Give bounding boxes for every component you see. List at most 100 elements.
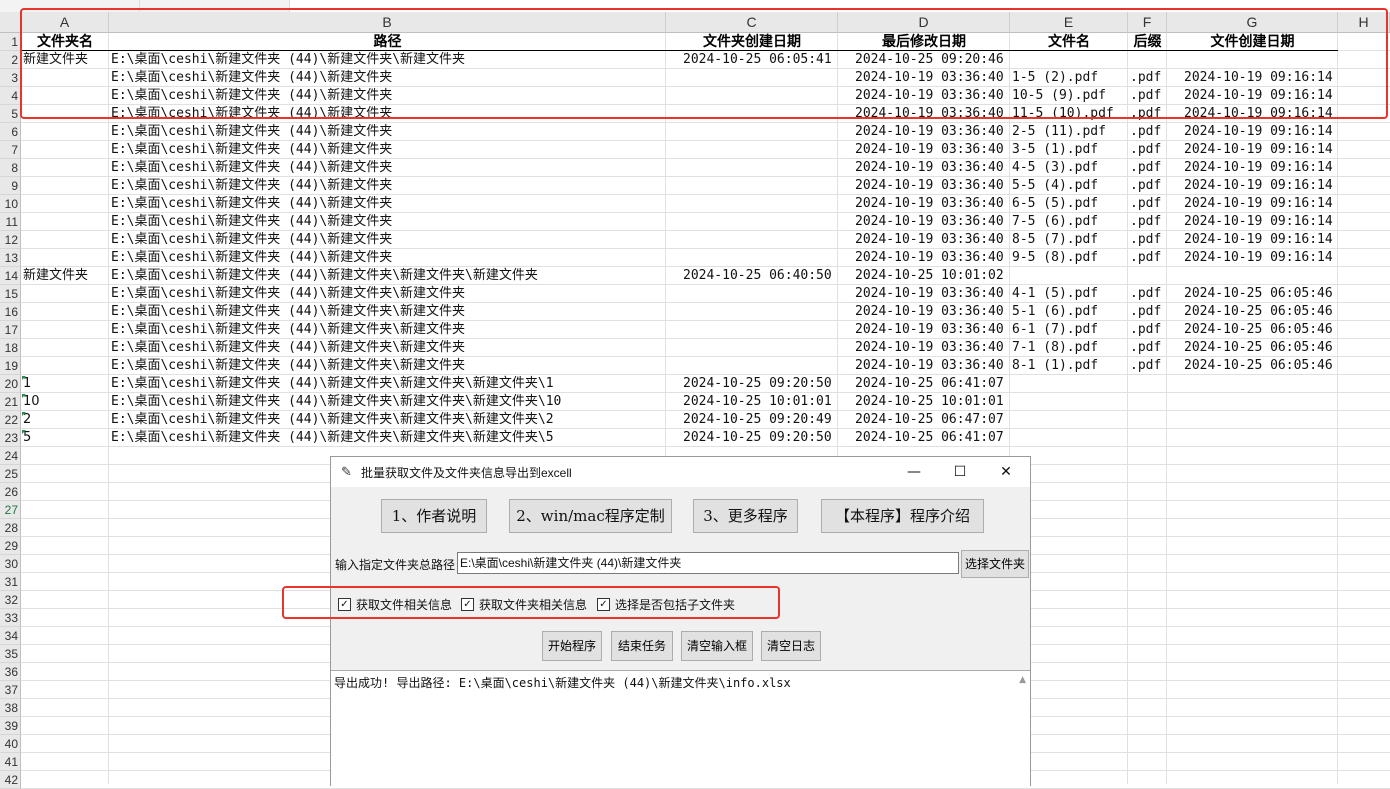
cell-g[interactable]: 2024-10-19 09:16:14 <box>1184 123 1333 141</box>
cell-f[interactable]: .pdf <box>1130 285 1161 303</box>
header-cell[interactable]: 路径 <box>109 33 666 51</box>
cell-g[interactable]: 2024-10-19 09:16:14 <box>1184 87 1333 105</box>
cell-g[interactable]: 2024-10-25 06:05:46 <box>1184 339 1333 357</box>
cell-d[interactable]: 2024-10-19 03:36:40 <box>855 321 1004 339</box>
cell-d[interactable]: 2024-10-19 03:36:40 <box>855 231 1004 249</box>
log-area[interactable]: 导出成功! 导出路径: E:\桌面\ceshi\新建文件夹 (44)\新建文件夹… <box>331 670 1030 788</box>
row-header[interactable]: 14 <box>0 267 21 285</box>
cell-d[interactable]: 2024-10-19 03:36:40 <box>855 123 1004 141</box>
cell-e[interactable]: 4-1 (5).pdf <box>1012 285 1098 303</box>
checkbox-file-info[interactable]: ✓ 获取文件相关信息 <box>338 596 452 613</box>
cell-f[interactable]: .pdf <box>1130 69 1161 87</box>
header-cell[interactable]: 文件创建日期 <box>1167 33 1338 51</box>
row-header[interactable]: 7 <box>0 141 21 159</box>
row-header[interactable]: 17 <box>0 321 21 339</box>
cell-b[interactable]: E:\桌面\ceshi\新建文件夹 (44)\新建文件夹\新建文件夹 <box>111 51 465 69</box>
row-header[interactable]: 2 <box>0 51 21 69</box>
row-header[interactable]: 39 <box>0 717 21 735</box>
stop-button[interactable]: 结束任务 <box>611 631 673 661</box>
column-header-H[interactable]: H <box>1338 12 1390 33</box>
cell-b[interactable]: E:\桌面\ceshi\新建文件夹 (44)\新建文件夹 <box>111 123 392 141</box>
cell-b[interactable]: E:\桌面\ceshi\新建文件夹 (44)\新建文件夹\新建文件夹\新建文件夹… <box>111 393 561 411</box>
row-header[interactable]: 1 <box>0 33 21 51</box>
custom-program-button[interactable]: 2、win/mac程序定制 <box>509 499 672 533</box>
cell-b[interactable]: E:\桌面\ceshi\新建文件夹 (44)\新建文件夹\新建文件夹 <box>111 285 465 303</box>
cell-f[interactable]: .pdf <box>1130 213 1161 231</box>
row-header[interactable]: 32 <box>0 591 21 609</box>
cell-g[interactable]: 2024-10-19 09:16:14 <box>1184 105 1333 123</box>
cell-b[interactable]: E:\桌面\ceshi\新建文件夹 (44)\新建文件夹\新建文件夹\新建文件夹… <box>111 375 554 393</box>
cell-d[interactable]: 2024-10-25 10:01:02 <box>855 267 1004 285</box>
close-button[interactable]: ✕ <box>983 457 1029 487</box>
cell-f[interactable]: .pdf <box>1130 87 1161 105</box>
cell-f[interactable]: .pdf <box>1130 141 1161 159</box>
cell-d[interactable]: 2024-10-19 03:36:40 <box>855 285 1004 303</box>
cell-c[interactable]: 2024-10-25 09:20:50 <box>683 429 832 447</box>
cell-a[interactable]: 新建文件夹 <box>23 267 88 285</box>
row-header[interactable]: 23 <box>0 429 21 447</box>
cell-e[interactable]: 8-5 (7).pdf <box>1012 231 1098 249</box>
row-header[interactable]: 16 <box>0 303 21 321</box>
row-header[interactable]: 26 <box>0 483 21 501</box>
cell-e[interactable]: 1-5 (2).pdf <box>1012 69 1098 87</box>
row-header[interactable]: 21 <box>0 393 21 411</box>
row-header[interactable]: 19 <box>0 357 21 375</box>
row-header[interactable]: 42 <box>0 771 21 789</box>
header-cell[interactable]: 文件夹名 <box>21 33 109 51</box>
cell-b[interactable]: E:\桌面\ceshi\新建文件夹 (44)\新建文件夹 <box>111 177 392 195</box>
cell-b[interactable]: E:\桌面\ceshi\新建文件夹 (44)\新建文件夹 <box>111 213 392 231</box>
cell-f[interactable]: .pdf <box>1130 303 1161 321</box>
header-cell[interactable]: 后缀 <box>1128 33 1167 51</box>
cell-c[interactable]: 2024-10-25 06:40:50 <box>683 267 832 285</box>
cell-b[interactable]: E:\桌面\ceshi\新建文件夹 (44)\新建文件夹 <box>111 69 392 87</box>
row-header[interactable]: 4 <box>0 87 21 105</box>
cell-e[interactable]: 7-5 (6).pdf <box>1012 213 1098 231</box>
cell-d[interactable]: 2024-10-19 03:36:40 <box>855 105 1004 123</box>
row-header[interactable]: 41 <box>0 753 21 771</box>
cell-e[interactable]: 3-5 (1).pdf <box>1012 141 1098 159</box>
row-header[interactable]: 9 <box>0 177 21 195</box>
path-input[interactable]: E:\桌面\ceshi\新建文件夹 (44)\新建文件夹 <box>457 552 959 574</box>
row-header[interactable]: 25 <box>0 465 21 483</box>
author-info-button[interactable]: 1、作者说明 <box>381 499 487 533</box>
row-header[interactable]: 33 <box>0 609 21 627</box>
row-header[interactable]: 34 <box>0 627 21 645</box>
cell-g[interactable]: 2024-10-25 06:05:46 <box>1184 285 1333 303</box>
cell-e[interactable]: 2-5 (11).pdf <box>1012 123 1106 141</box>
row-header[interactable]: 15 <box>0 285 21 303</box>
row-header[interactable]: 35 <box>0 645 21 663</box>
cell-b[interactable]: E:\桌面\ceshi\新建文件夹 (44)\新建文件夹 <box>111 195 392 213</box>
cell-f[interactable]: .pdf <box>1130 357 1161 375</box>
row-header[interactable]: 30 <box>0 555 21 573</box>
cell-b[interactable]: E:\桌面\ceshi\新建文件夹 (44)\新建文件夹 <box>111 87 392 105</box>
column-header-D[interactable]: D <box>838 12 1010 33</box>
row-header[interactable]: 18 <box>0 339 21 357</box>
cell-f[interactable]: .pdf <box>1130 105 1161 123</box>
row-header[interactable]: 31 <box>0 573 21 591</box>
row-header[interactable]: 3 <box>0 69 21 87</box>
cell-g[interactable]: 2024-10-19 09:16:14 <box>1184 213 1333 231</box>
cell-g[interactable]: 2024-10-25 06:05:46 <box>1184 357 1333 375</box>
cell-b[interactable]: E:\桌面\ceshi\新建文件夹 (44)\新建文件夹\新建文件夹 <box>111 357 465 375</box>
cell-d[interactable]: 2024-10-19 03:36:40 <box>855 69 1004 87</box>
cell-d[interactable]: 2024-10-19 03:36:40 <box>855 213 1004 231</box>
cell-f[interactable]: .pdf <box>1130 123 1161 141</box>
cell-b[interactable]: E:\桌面\ceshi\新建文件夹 (44)\新建文件夹 <box>111 249 392 267</box>
row-header[interactable]: 29 <box>0 537 21 555</box>
column-header-C[interactable]: C <box>666 12 838 33</box>
cell-b[interactable]: E:\桌面\ceshi\新建文件夹 (44)\新建文件夹 <box>111 159 392 177</box>
cell-g[interactable]: 2024-10-25 06:05:46 <box>1184 303 1333 321</box>
row-header[interactable]: 40 <box>0 735 21 753</box>
cell-d[interactable]: 2024-10-19 03:36:40 <box>855 159 1004 177</box>
cell-d[interactable]: 2024-10-25 06:41:07 <box>855 429 1004 447</box>
title-bar[interactable]: ✎ 批量获取文件及文件夹信息导出到excell — ☐ ✕ <box>331 457 1030 487</box>
header-cell[interactable]: 文件夹创建日期 <box>666 33 838 51</box>
row-header[interactable]: 6 <box>0 123 21 141</box>
clear-input-button[interactable]: 清空输入框 <box>681 631 753 661</box>
row-header[interactable]: 27 <box>0 501 21 519</box>
cell-f[interactable]: .pdf <box>1130 177 1161 195</box>
program-intro-button[interactable]: 【本程序】程序介绍 <box>821 499 984 533</box>
row-header[interactable]: 36 <box>0 663 21 681</box>
cell-e[interactable]: 6-5 (5).pdf <box>1012 195 1098 213</box>
row-header[interactable]: 5 <box>0 105 21 123</box>
